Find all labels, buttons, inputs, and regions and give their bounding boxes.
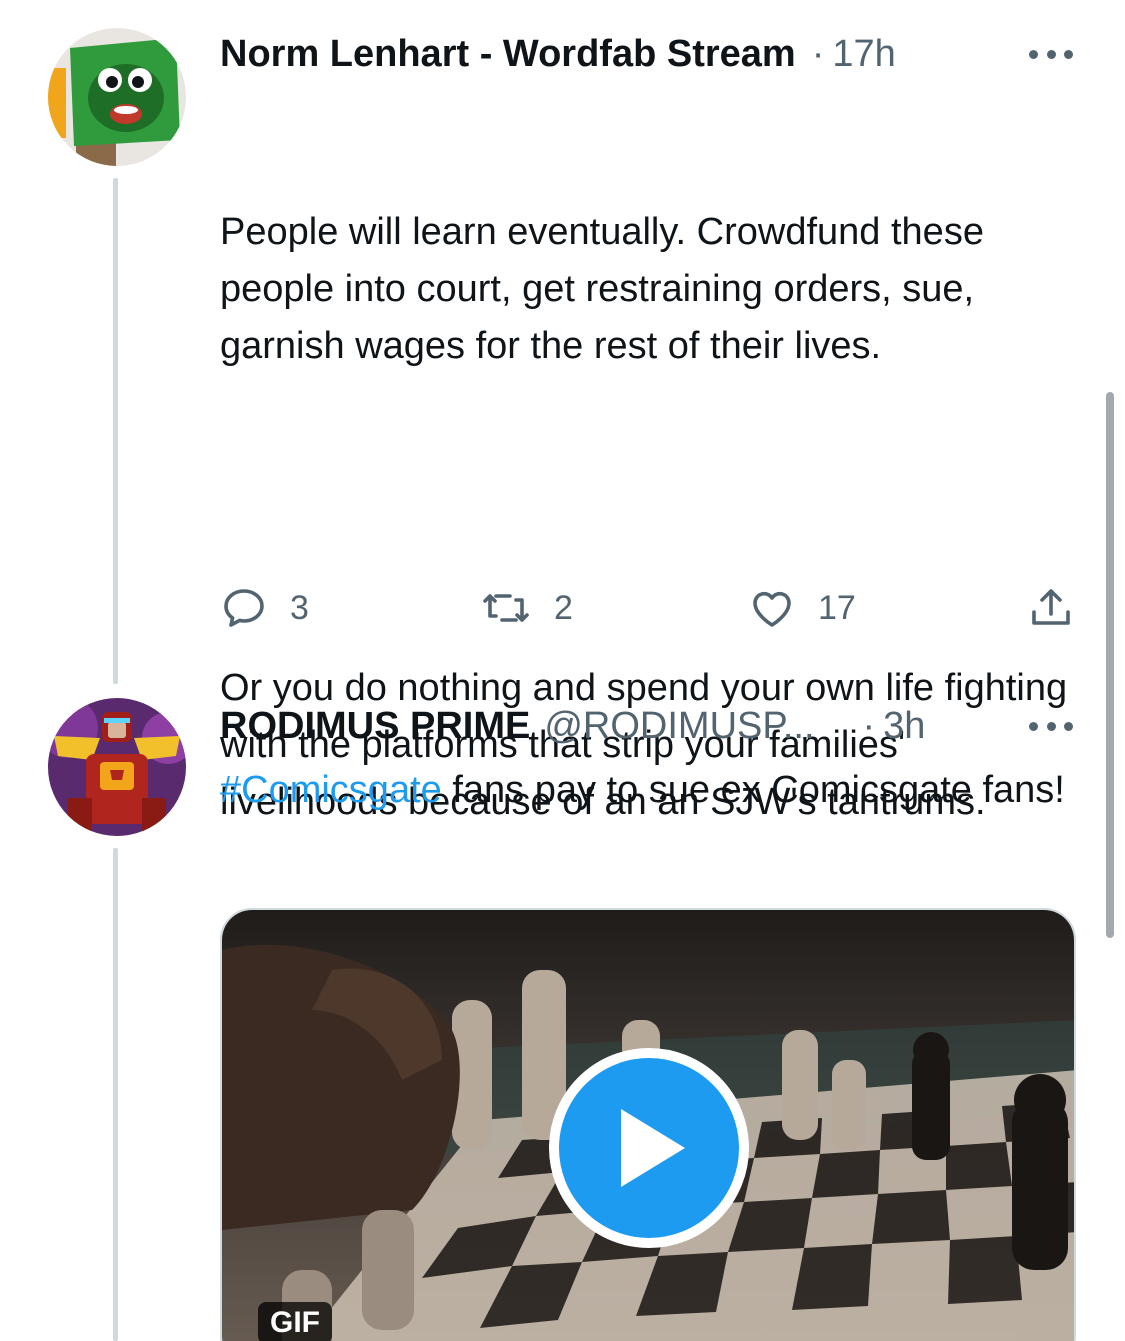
gif-badge: GIF [258, 1302, 332, 1341]
tweet-paragraph: People will learn eventually. Crowdfund … [220, 211, 995, 367]
robot-avatar-icon[interactable] [48, 698, 186, 836]
hashtag-link[interactable]: #Comicsgate [220, 769, 442, 811]
display-name[interactable]: Norm Lenhart - Wordfab Stream [220, 33, 796, 76]
retweet-icon [483, 594, 529, 622]
more-icon[interactable] [1029, 706, 1073, 746]
thread-line [113, 178, 118, 684]
reply-icon [224, 589, 264, 627]
tweet-text-body: fans pay to sue ex Comicsgate fans! [441, 769, 1065, 811]
scrollbar[interactable] [1106, 392, 1114, 938]
play-icon [621, 1109, 685, 1187]
more-icon[interactable] [1029, 34, 1073, 74]
display-name[interactable]: RODIMUS PRIME [220, 705, 530, 748]
action-bar: 3 2 17 [220, 582, 1080, 634]
tweet-rodimus-prime[interactable]: RODIMUS PRIME @RODIMUSP... · 3h #Comicsg… [0, 680, 1125, 1341]
reply-count: 3 [290, 588, 309, 627]
thread-line [113, 848, 118, 1341]
tweet-header: Norm Lenhart - Wordfab Stream · 17h [220, 28, 896, 80]
like-icon [753, 591, 791, 627]
play-button[interactable] [549, 1048, 749, 1248]
timestamp[interactable]: 17h [832, 33, 895, 76]
like-count: 17 [818, 588, 856, 627]
tweet-text: #Comicsgate fans pay to sue ex Comicsgat… [220, 762, 1090, 819]
separator-dot: · [811, 32, 825, 75]
retweet-count: 2 [554, 588, 573, 627]
tweet-norm-lenhart[interactable]: Norm Lenhart - Wordfab Stream · 17h Peop… [0, 0, 1125, 823]
tweet-header: RODIMUS PRIME @RODIMUSP... · 3h [220, 700, 925, 752]
retweet-button[interactable]: 2 [480, 582, 573, 634]
like-button[interactable]: 17 [748, 582, 856, 634]
share-icon [1032, 589, 1070, 625]
user-handle[interactable]: @RODIMUSP... [544, 705, 814, 748]
gif-media[interactable]: GIF [220, 908, 1076, 1341]
timestamp[interactable]: 3h [883, 705, 925, 748]
reply-button[interactable]: 3 [220, 582, 309, 634]
frog-avatar-icon[interactable] [48, 28, 186, 166]
share-button[interactable] [1026, 582, 1076, 634]
separator-dot: · [862, 704, 876, 747]
